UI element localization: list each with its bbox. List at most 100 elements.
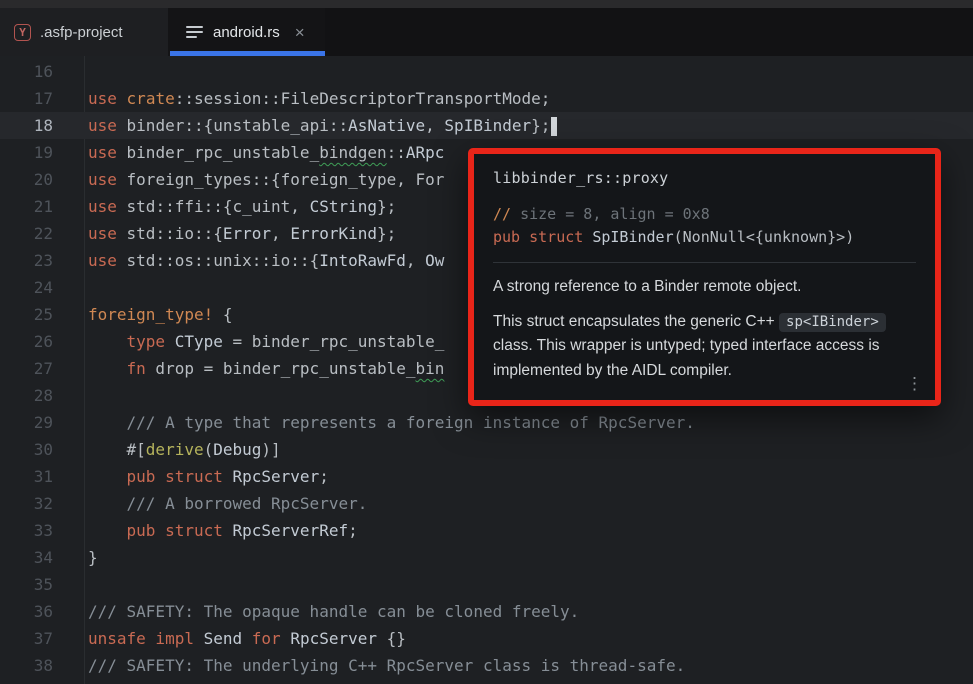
code-line-37[interactable]: 37unsafe impl Send for RpcServer {} xyxy=(0,625,973,652)
code-token: drop = binder_rpc_unstable_ xyxy=(146,359,416,378)
code-token: type xyxy=(127,332,166,351)
line-number: 30 xyxy=(0,436,84,463)
code-token: ErrorKind xyxy=(290,224,377,243)
code-token: std::io::{ xyxy=(117,224,223,243)
line-number: 20 xyxy=(0,166,84,193)
line-number: 16 xyxy=(0,58,84,85)
code-token: }; xyxy=(531,116,550,135)
tab-android-rs[interactable]: android.rs × xyxy=(168,8,325,56)
code-line-33[interactable]: 33 pub struct RpcServerRef; xyxy=(0,517,973,544)
line-content: pub struct RpcServerRef; xyxy=(84,517,358,544)
code-token xyxy=(194,629,204,648)
code-token xyxy=(281,629,291,648)
doc-size-comment: // size = 8, align = 0x8 xyxy=(493,203,916,226)
doc-struct-signature: pub struct SpIBinder(NonNull<{unknown}>) xyxy=(493,226,916,249)
code-token xyxy=(242,629,252,648)
code-token: ; xyxy=(348,521,358,540)
code-token: RpcServer xyxy=(290,629,377,648)
code-token xyxy=(165,332,175,351)
more-actions-icon[interactable]: ⋮ xyxy=(906,374,923,394)
code-token: , xyxy=(425,116,444,135)
line-number: 21 xyxy=(0,193,84,220)
code-token: Debug xyxy=(213,440,261,459)
code-editor[interactable]: 1617use crate::session::FileDescriptorTr… xyxy=(0,56,973,684)
line-content: type CType = binder_rpc_unstable_ xyxy=(84,328,444,355)
line-content xyxy=(84,382,88,409)
line-content: use crate::session::FileDescriptorTransp… xyxy=(84,85,550,112)
code-token: } xyxy=(88,548,98,567)
code-token: foreign_type! xyxy=(88,305,213,324)
text-cursor xyxy=(551,117,557,136)
code-token: /// SAFETY: The opaque handle can be clo… xyxy=(88,602,579,621)
code-token: size = 8, align = 0x8 xyxy=(511,205,710,223)
code-token: // xyxy=(493,205,511,223)
code-token: SpIBinder xyxy=(444,116,531,135)
line-content: use foreign_types::{foreign_type, For xyxy=(84,166,444,193)
code-token xyxy=(88,521,127,540)
code-token: bindgen xyxy=(319,143,386,162)
line-number: 29 xyxy=(0,409,84,436)
code-token: CType xyxy=(175,332,223,351)
code-line-31[interactable]: 31 pub struct RpcServer; xyxy=(0,463,973,490)
code-line-34[interactable]: 34} xyxy=(0,544,973,571)
line-number: 28 xyxy=(0,382,84,409)
code-token: AsNative xyxy=(348,116,425,135)
code-token: Send xyxy=(204,629,243,648)
tab-android-rs-label: android.rs xyxy=(213,24,280,41)
line-number: 35 xyxy=(0,571,84,598)
doc-popup-signature: // size = 8, align = 0x8 pub struct SpIB… xyxy=(493,203,916,249)
line-content: #[derive(Debug)] xyxy=(84,436,281,463)
code-token: binder::{unstable_api:: xyxy=(117,116,348,135)
code-token: :: xyxy=(387,143,406,162)
code-token: pub struct xyxy=(127,467,223,486)
line-number: 34 xyxy=(0,544,84,571)
code-token: pub struct xyxy=(127,521,223,540)
code-token: {} xyxy=(377,629,406,648)
code-token: ( xyxy=(204,440,214,459)
code-line-17[interactable]: 17use crate::session::FileDescriptorTran… xyxy=(0,85,973,112)
line-content: /// A type that represents a foreign ins… xyxy=(84,409,695,436)
app-window: Y .asfp-project android.rs × 1617use cra… xyxy=(0,0,973,684)
code-token: for xyxy=(252,629,281,648)
code-token: CString xyxy=(310,197,377,216)
tab-asfp-project[interactable]: Y .asfp-project xyxy=(0,8,168,56)
doc-popup-module-path: libbinder_rs::proxy xyxy=(493,169,916,187)
doc-description: This struct encapsulates the generic C++… xyxy=(493,310,916,384)
window-titlebar xyxy=(0,0,973,8)
close-tab-icon[interactable]: × xyxy=(295,24,305,41)
line-number: 36 xyxy=(0,598,84,625)
code-token xyxy=(223,467,233,486)
code-token: use xyxy=(88,170,117,189)
code-token: binder_rpc_unstable_ xyxy=(117,143,319,162)
yaml-file-icon: Y xyxy=(14,24,31,41)
line-content: } xyxy=(84,544,98,571)
code-line-36[interactable]: 36/// SAFETY: The opaque handle can be c… xyxy=(0,598,973,625)
code-line-29[interactable]: 29 /// A type that represents a foreign … xyxy=(0,409,973,436)
code-token: #[ xyxy=(88,440,146,459)
code-line-38[interactable]: 38/// SAFETY: The underlying C++ RpcServ… xyxy=(0,652,973,679)
code-line-18[interactable]: 18use binder::{unstable_api::AsNative, S… xyxy=(0,112,973,139)
code-line-16[interactable]: 16 xyxy=(0,58,973,85)
code-token: use xyxy=(88,143,117,162)
code-token xyxy=(88,467,127,486)
code-line-32[interactable]: 32 /// A borrowed RpcServer. xyxy=(0,490,973,517)
line-content: /// A borrowed RpcServer. xyxy=(84,490,367,517)
code-token: RpcServer xyxy=(233,467,320,486)
line-content xyxy=(84,58,88,85)
line-content: /// SAFETY: The opaque handle can be clo… xyxy=(84,598,579,625)
line-number: 22 xyxy=(0,220,84,247)
line-number: 25 xyxy=(0,301,84,328)
code-token xyxy=(583,228,592,246)
line-content: foreign_type! { xyxy=(84,301,233,328)
code-token: ::session::FileDescriptorTransportMode; xyxy=(175,89,551,108)
code-line-30[interactable]: 30 #[derive(Debug)] xyxy=(0,436,973,463)
code-token: , xyxy=(406,251,425,270)
code-token: (NonNull<{unknown}>) xyxy=(674,228,855,246)
code-line-35[interactable]: 35 xyxy=(0,571,973,598)
line-content xyxy=(84,571,88,598)
line-content: use std::ffi::{c_uint, CString}; xyxy=(84,193,396,220)
line-number: 26 xyxy=(0,328,84,355)
code-token: use xyxy=(88,197,117,216)
code-token: Error xyxy=(223,224,271,243)
line-number: 27 xyxy=(0,355,84,382)
